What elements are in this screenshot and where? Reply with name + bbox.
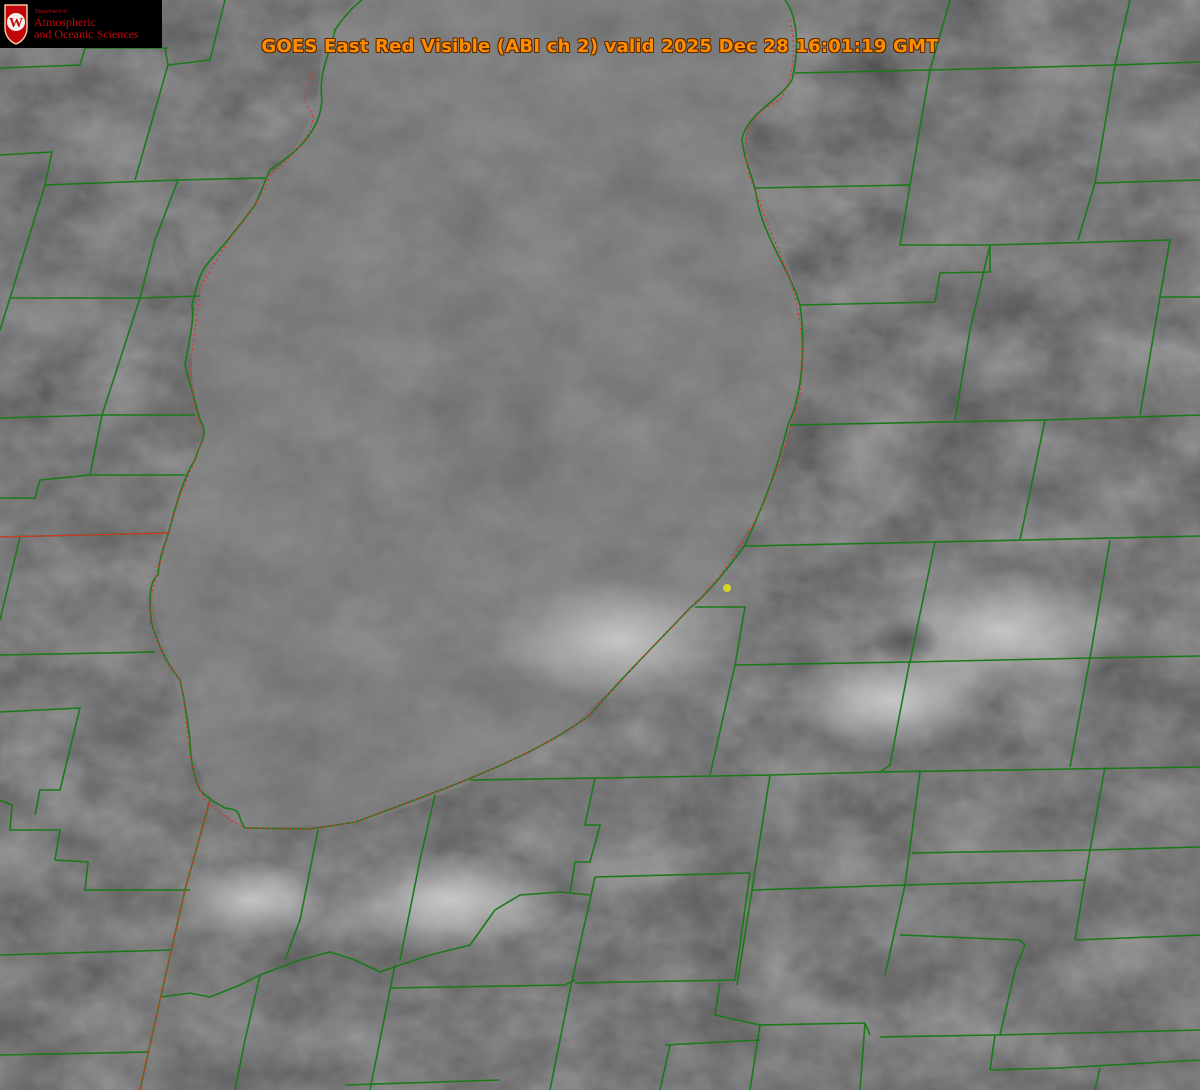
satellite-image	[0, 0, 1200, 1090]
image-title: GOES East Red Visible (ABI ch 2) valid 2…	[261, 36, 939, 57]
station-marker	[723, 584, 731, 592]
satellite-map-frame: W Department of Atmospheric and Oceanic …	[0, 0, 1200, 1090]
svg-text:W: W	[9, 16, 23, 31]
